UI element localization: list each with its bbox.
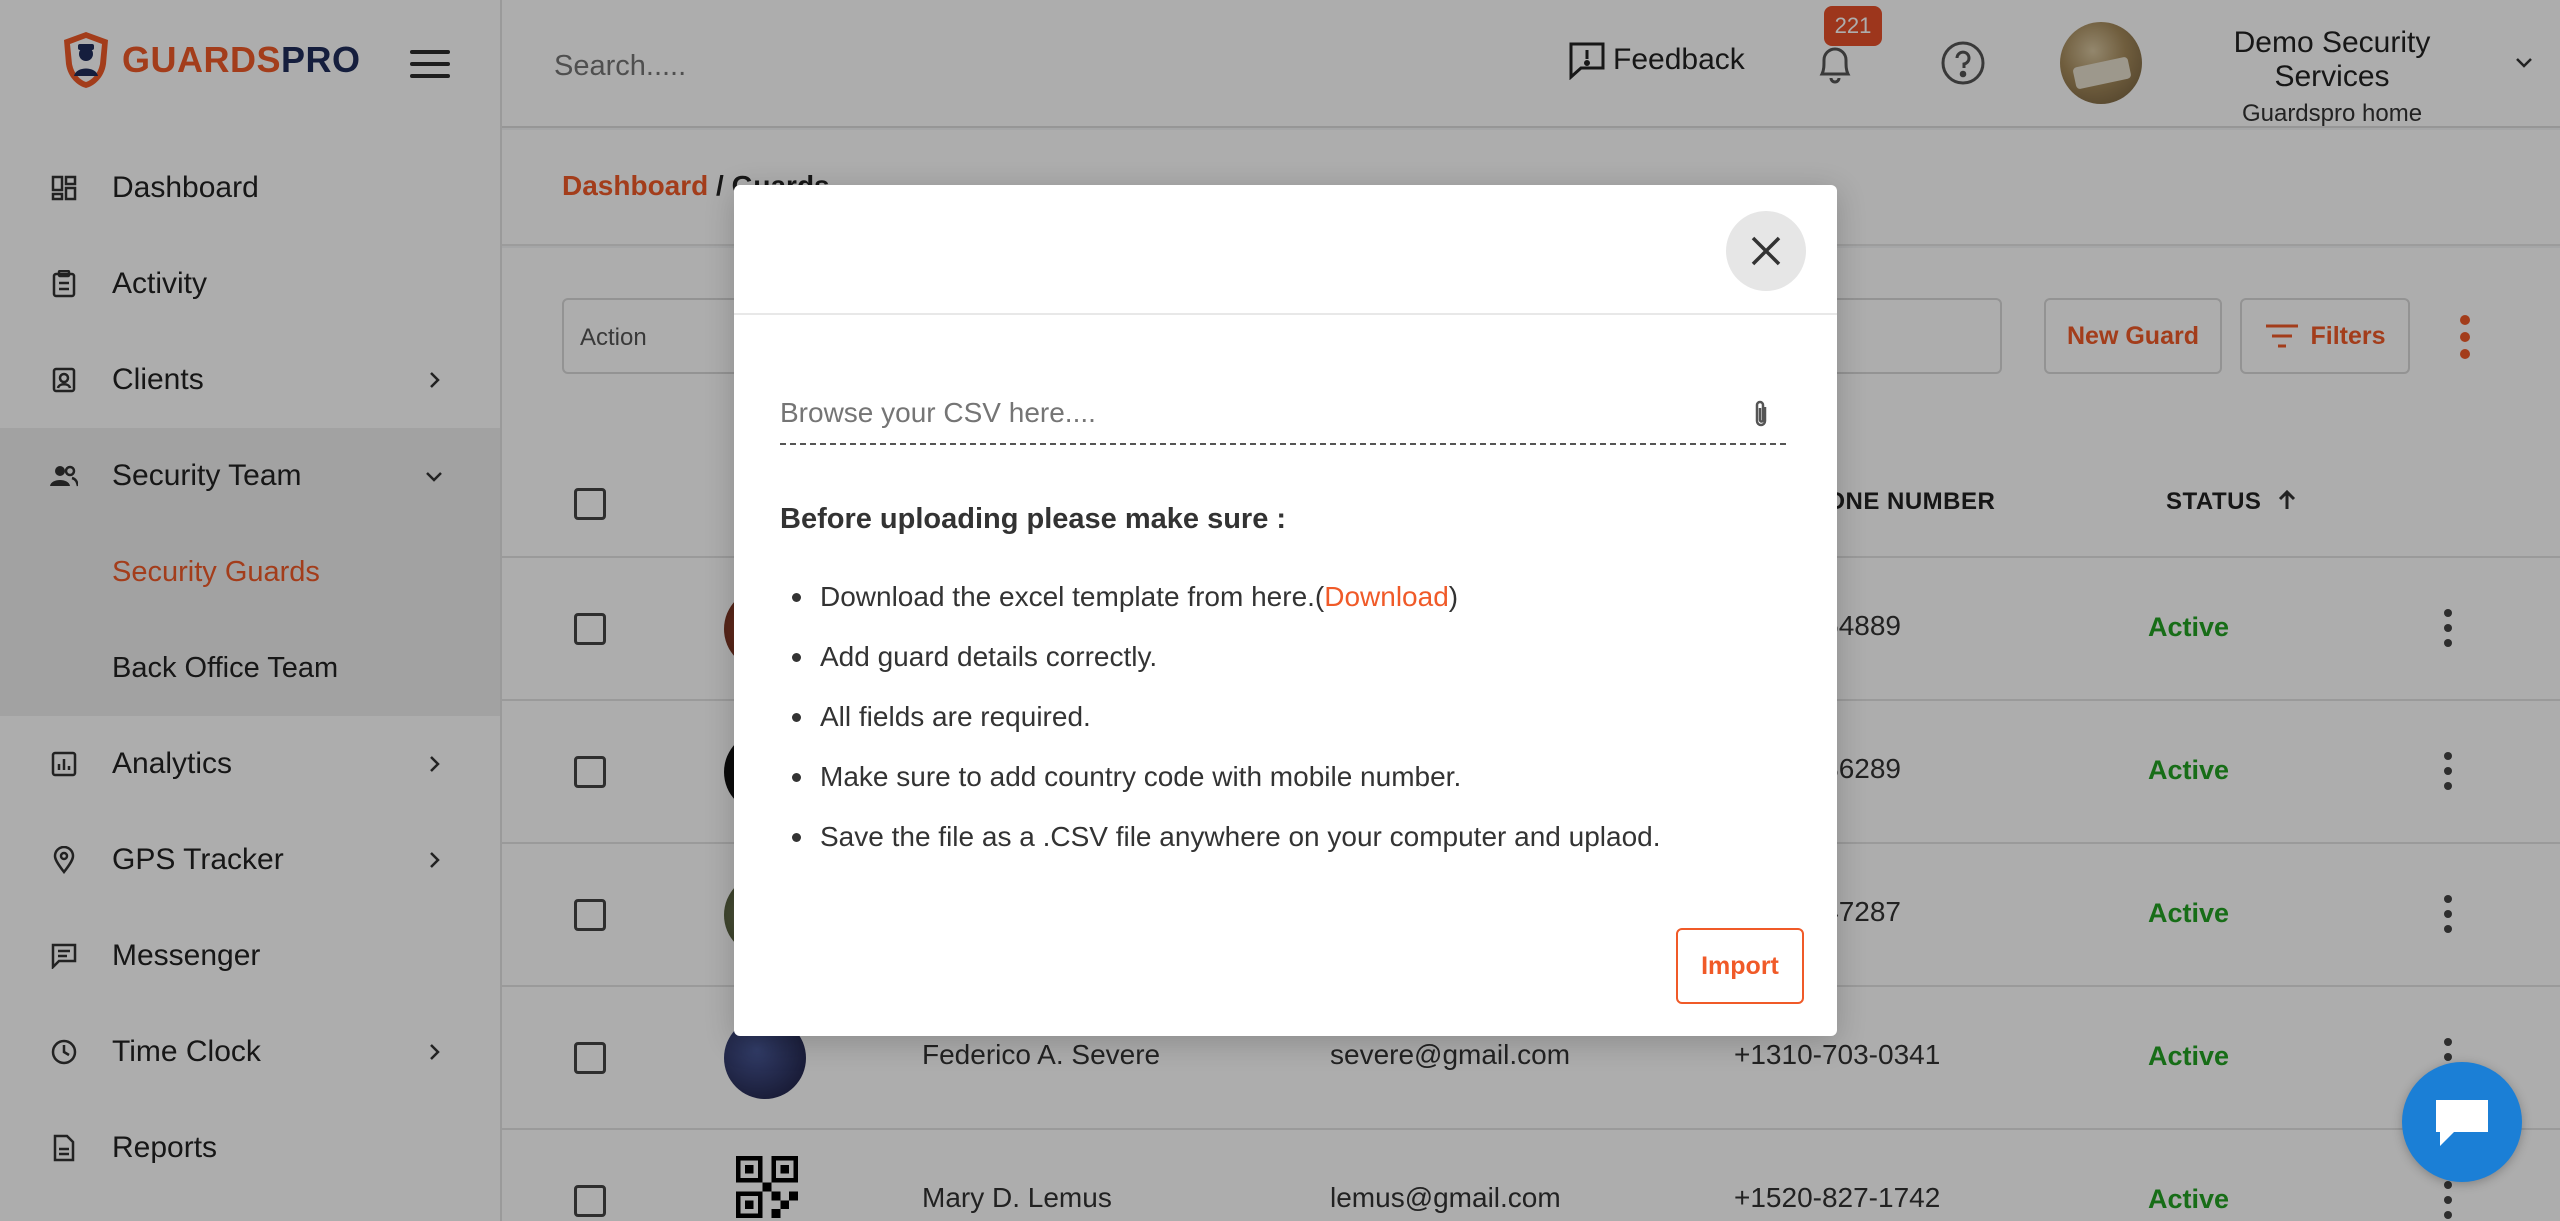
close-icon xyxy=(1751,236,1781,266)
rule-text: ) xyxy=(1448,581,1459,612)
modal-header xyxy=(734,185,1837,315)
close-button[interactable] xyxy=(1726,211,1806,291)
list-item: Save the file as a .CSV file anywhere on… xyxy=(780,807,1786,867)
import-button[interactable]: Import xyxy=(1676,928,1804,1004)
csv-file-input[interactable] xyxy=(780,385,1720,441)
list-item: Download the excel template from here.(D… xyxy=(780,567,1786,627)
csv-file-field[interactable] xyxy=(780,385,1786,445)
rule-text: Download the excel template from here.( xyxy=(820,581,1325,612)
chat-launcher-button[interactable] xyxy=(2402,1062,2522,1182)
modal-instructions-heading: Before uploading please make sure : xyxy=(780,503,1287,535)
import-csv-modal: Before uploading please make sure : Down… xyxy=(734,185,1837,1036)
list-item: Make sure to add country code with mobil… xyxy=(780,747,1786,807)
download-template-link[interactable]: Download xyxy=(1324,581,1449,612)
chat-bubble-icon xyxy=(2436,1100,2488,1146)
paperclip-icon[interactable] xyxy=(1750,399,1772,429)
list-item: All fields are required. xyxy=(780,687,1786,747)
list-item: Add guard details correctly. xyxy=(780,627,1786,687)
upload-rules-list: Download the excel template from here.(D… xyxy=(780,567,1786,867)
